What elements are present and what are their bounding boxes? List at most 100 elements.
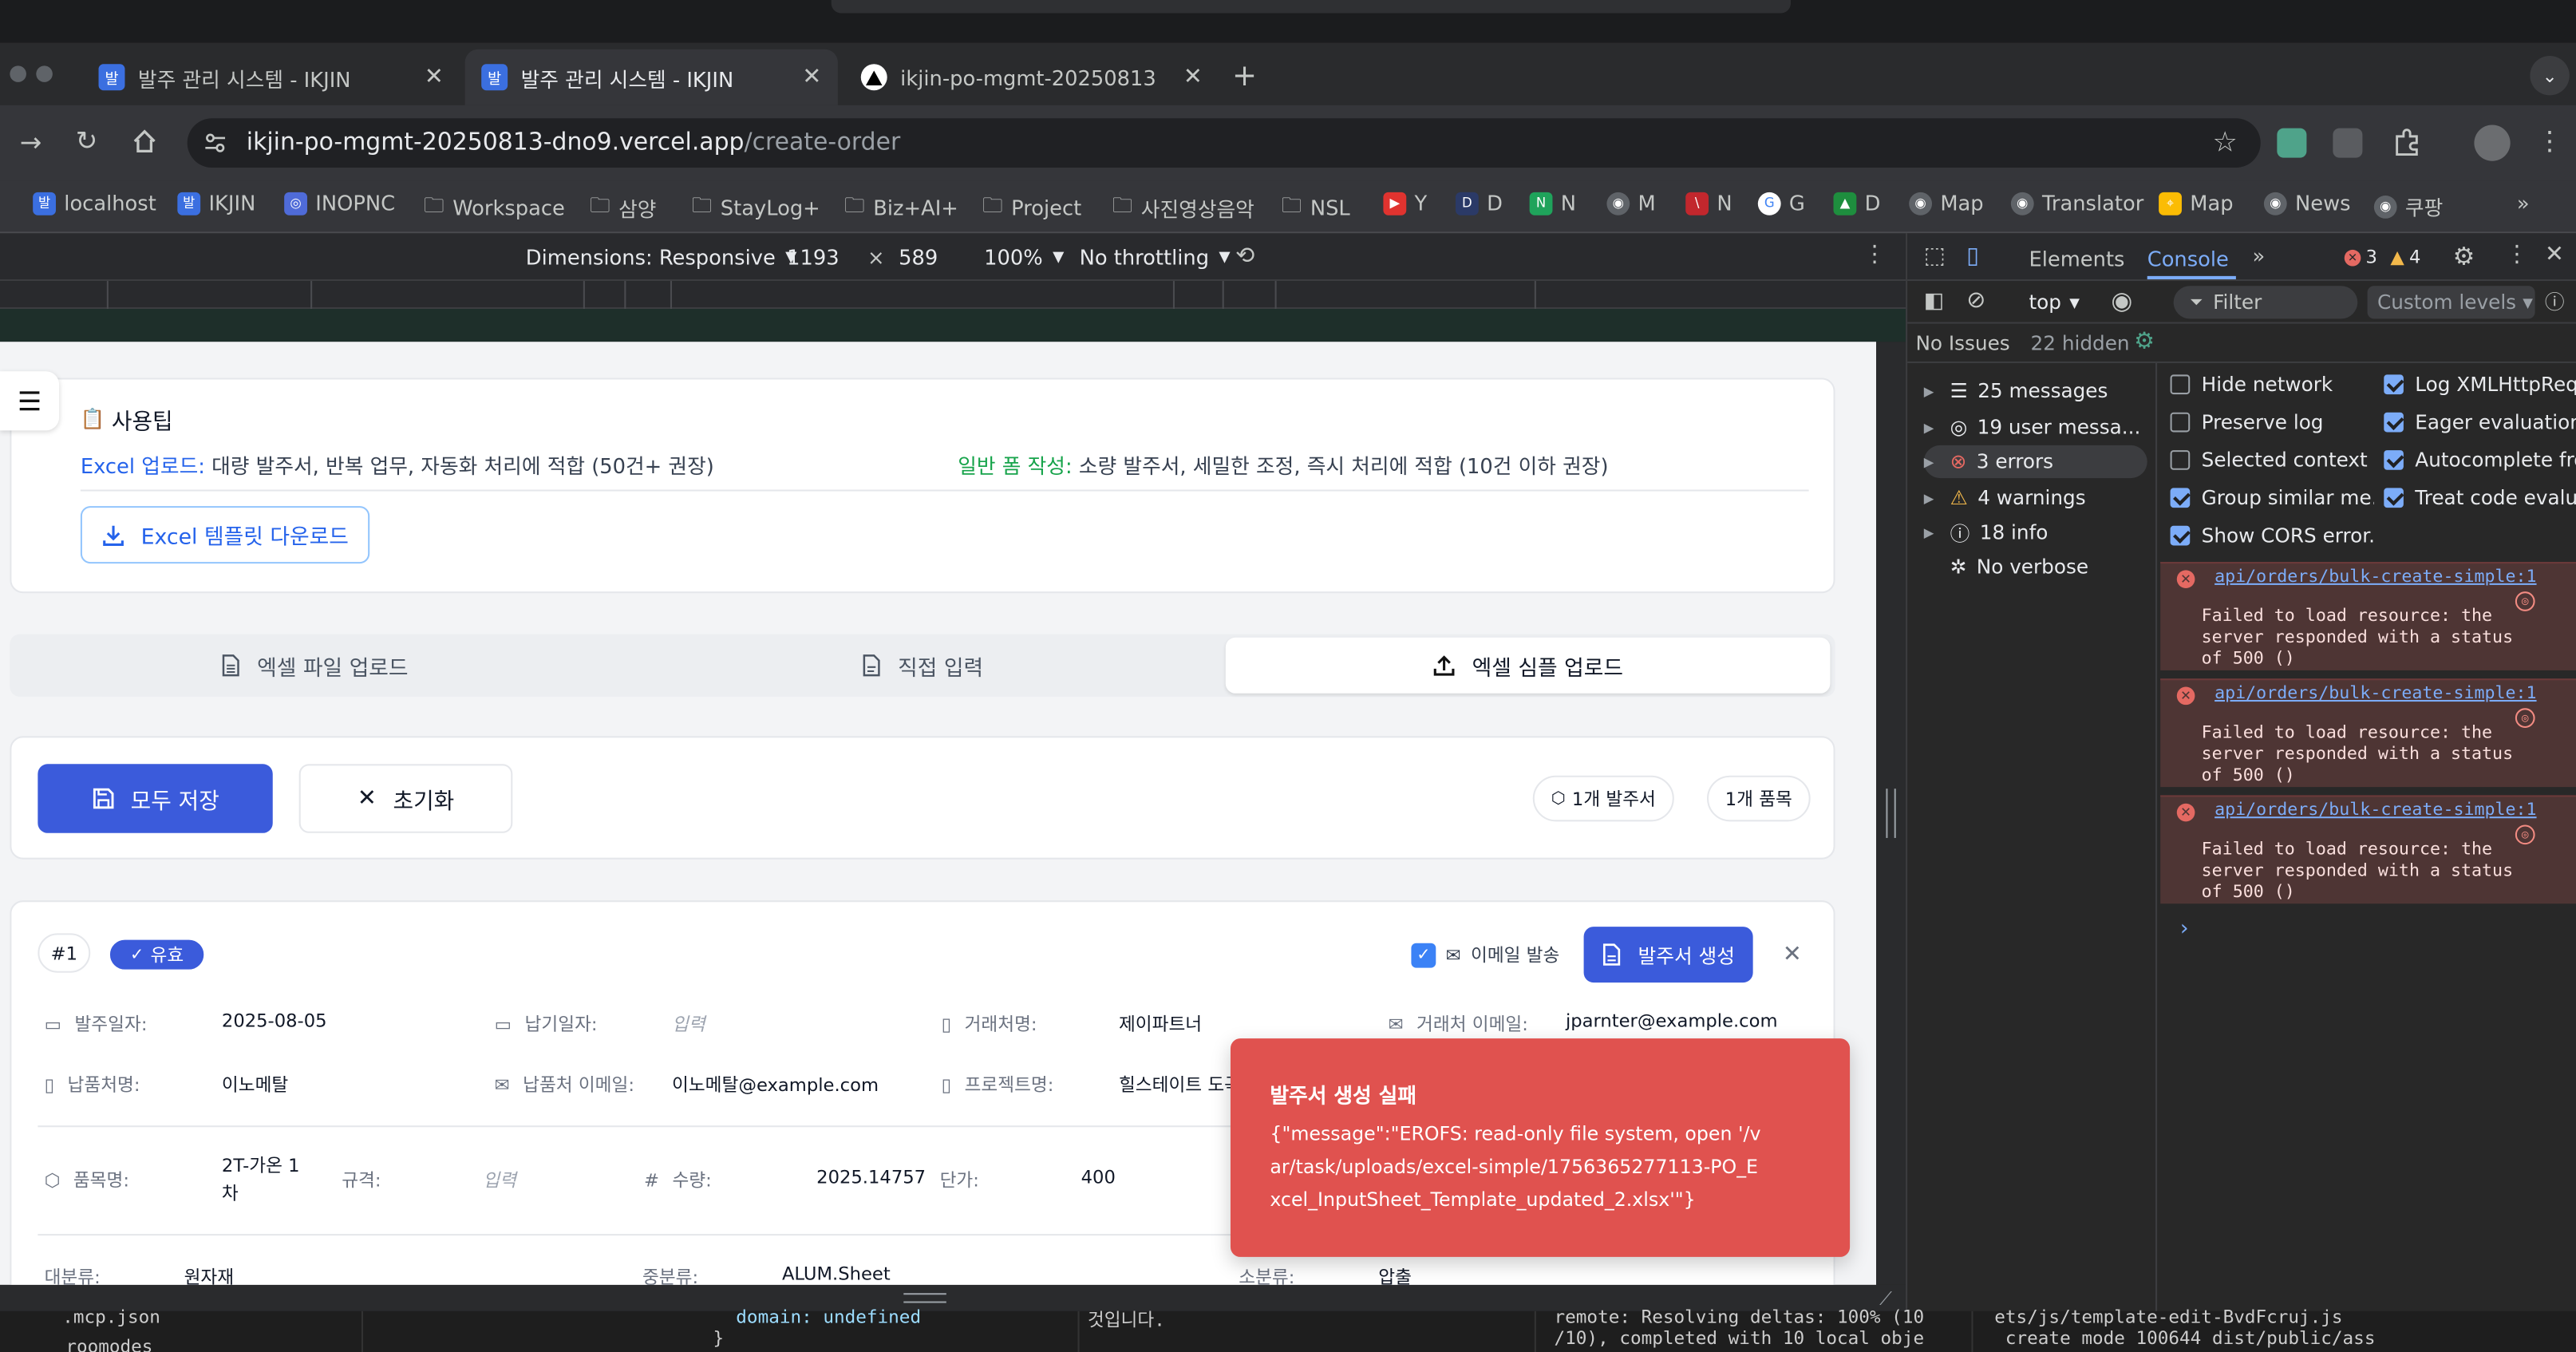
rotate-icon[interactable]: ⟲: [1235, 243, 1254, 270]
delivery-place-field[interactable]: 이노메탈: [222, 1071, 288, 1097]
reset-button[interactable]: ✕ 초기화: [298, 764, 513, 833]
new-tab-button[interactable]: +: [1232, 59, 1257, 93]
setting-selected-context[interactable]: Selected context ...: [2170, 449, 2374, 472]
close-tab-icon[interactable]: ✕: [425, 64, 444, 90]
extension-icon[interactable]: [2333, 128, 2363, 158]
save-all-button[interactable]: 모두 저장: [38, 764, 273, 833]
email-checkbox[interactable]: ✓: [1411, 942, 1436, 967]
more-bookmarks-button[interactable]: »: [2517, 191, 2530, 215]
checkbox[interactable]: [2170, 488, 2191, 508]
sidebar-item-messages[interactable]: ▶ ☰ 25 messages: [1924, 374, 2147, 407]
bookmark-item[interactable]: 발 IKJIN: [177, 191, 255, 215]
setting-autocomplete[interactable]: Autocomplete fro...: [2384, 449, 2576, 472]
setting-preserve-log[interactable]: Preserve log: [2170, 411, 2374, 433]
vendor-email-field[interactable]: jparnter@example.com: [1566, 1010, 1778, 1032]
bookmark-item[interactable]: ▶ Y: [1383, 191, 1427, 215]
settings-gear-icon[interactable]: ⚙: [2453, 242, 2475, 271]
device-toggle-icon[interactable]: ▯: [1966, 243, 1979, 270]
checkbox[interactable]: [2170, 374, 2191, 395]
checkbox[interactable]: [2384, 412, 2404, 433]
warning-counter[interactable]: ▲ 4: [2390, 247, 2420, 268]
more-options-icon[interactable]: ⋮: [1863, 242, 1887, 268]
checkbox[interactable]: [2170, 525, 2191, 546]
checkbox[interactable]: [2170, 450, 2191, 470]
reload-icon[interactable]: ↻: [76, 125, 98, 156]
window-control-icon[interactable]: [10, 65, 26, 82]
project-field[interactable]: 힐스테이트 도곡: [1119, 1071, 1241, 1097]
eye-icon[interactable]: ◉: [2111, 286, 2132, 315]
bookmark-folder[interactable]: 🗀 StayLog+: [692, 191, 820, 225]
inspect-icon[interactable]: ⬚: [1924, 243, 1946, 270]
site-info-icon[interactable]: [203, 132, 227, 155]
forward-icon[interactable]: →: [20, 127, 42, 158]
sidebar-item-warnings[interactable]: ▶ ⚠ 4 warnings: [1924, 481, 2147, 514]
filter-input[interactable]: ⏷ Filter: [2173, 286, 2358, 319]
profile-avatar[interactable]: [2474, 125, 2511, 161]
email-send-toggle[interactable]: ✓ ✉ 이메일 발송: [1411, 942, 1559, 968]
bookmark-item[interactable]: GG: [1757, 191, 1805, 215]
setting-log-xhr[interactable]: Log XMLHttpReq...: [2384, 373, 2576, 396]
settings-gear-icon[interactable]: ⚙: [2134, 329, 2155, 355]
bookmark-item[interactable]: ▲ D: [1833, 191, 1880, 215]
browser-tab-active[interactable]: 발 발주 관리 시스템 - IKJIN ✕: [464, 49, 838, 105]
tab-elements[interactable]: Elements: [2029, 247, 2124, 271]
bookmark-item[interactable]: 발 localhost: [33, 191, 156, 215]
create-order-button[interactable]: 발주서 생성: [1583, 927, 1753, 983]
console-prompt[interactable]: ›: [2180, 917, 2189, 942]
cat-minor-field[interactable]: 압출: [1378, 1263, 1412, 1285]
tab-search-icon[interactable]: ⌄: [2530, 55, 2570, 96]
height-input[interactable]: 589: [899, 245, 938, 270]
bookmark-folder[interactable]: 🗀 삼양: [590, 191, 656, 225]
close-devtools-icon[interactable]: ✕: [2545, 242, 2564, 268]
error-source-link[interactable]: api/orders/bulk-create-simple:1: [2214, 801, 2536, 820]
zoom-select[interactable]: 100% ▼: [984, 245, 1064, 270]
bookmark-item[interactable]: ⌖ Map: [2159, 191, 2234, 215]
bookmark-item[interactable]: ◎ INOPNC: [284, 191, 395, 215]
setting-hide-network[interactable]: Hide network: [2170, 373, 2374, 396]
bookmark-item[interactable]: NN: [1529, 191, 1576, 215]
bookmark-item[interactable]: DD: [1456, 191, 1503, 215]
browser-tab[interactable]: 발 발주 관리 시스템 - IKJIN ✕: [82, 49, 460, 105]
bookmark-item[interactable]: ◉ News: [2263, 191, 2351, 215]
remove-order-icon[interactable]: ✕: [1783, 942, 1802, 968]
hamburger-menu-button[interactable]: [0, 371, 60, 431]
checkbox[interactable]: [2170, 412, 2191, 433]
error-source-link[interactable]: api/orders/bulk-create-simple:1: [2214, 567, 2536, 587]
setting-eager-eval[interactable]: Eager evaluation: [2384, 411, 2576, 433]
bookmark-item[interactable]: ◉ 쿠팡: [2373, 191, 2443, 222]
sidebar-item-errors[interactable]: ▶ ⊗ 3 errors: [1923, 445, 2147, 479]
bookmark-folder[interactable]: 🗀 사진영상음악: [1112, 191, 1254, 225]
delivery-date-input[interactable]: 입력: [672, 1010, 705, 1037]
checkbox[interactable]: [2384, 488, 2404, 508]
width-input[interactable]: 1193: [787, 245, 839, 270]
setting-treat-code-eval[interactable]: Treat code evalua...: [2384, 486, 2576, 509]
tab-excel-simple-upload[interactable]: 엑셀 심플 업로드: [1225, 637, 1831, 694]
menu-kebab-icon[interactable]: ⋮: [2537, 125, 2563, 156]
bookmark-folder[interactable]: 🗀 NSL: [1282, 191, 1350, 225]
no-issues-label[interactable]: No Issues: [1915, 332, 2009, 355]
unit-price-field[interactable]: 400: [1081, 1167, 1116, 1188]
delivery-email-field[interactable]: 이노메탈@example.com: [672, 1071, 879, 1097]
close-tab-icon[interactable]: ✕: [1183, 64, 1203, 90]
bookmark-item[interactable]: \ N: [1685, 191, 1732, 215]
tab-direct-input[interactable]: 직접 입력: [618, 638, 1226, 694]
bookmark-folder[interactable]: 🗀 Biz+AI+: [844, 191, 958, 225]
extensions-puzzle-icon[interactable]: [2392, 128, 2421, 158]
bookmark-folder[interactable]: 🗀 Project: [982, 191, 1081, 225]
dimensions-select[interactable]: Dimensions: Responsive ▼: [526, 245, 797, 270]
tab-console[interactable]: Console: [2147, 247, 2229, 271]
browser-tab[interactable]: ikjin-po-mgmt-20250813 – D ✕: [844, 49, 1219, 105]
bookmark-item[interactable]: ◉ M: [1606, 191, 1656, 215]
context-select[interactable]: top ▼: [2029, 291, 2079, 314]
cat-mid-field[interactable]: ALUM.Sheet: [782, 1263, 891, 1285]
bookmark-item[interactable]: ◉ Translator: [2010, 191, 2143, 215]
tab-excel-upload[interactable]: 엑셀 파일 업로드: [10, 638, 618, 694]
levels-select[interactable]: Custom levels ▼: [2367, 286, 2535, 319]
spec-input[interactable]: 입력: [483, 1167, 516, 1193]
more-options-icon[interactable]: ⋮: [2506, 242, 2529, 268]
bookmark-star-icon[interactable]: ☆: [2213, 127, 2238, 160]
window-control-icon[interactable]: [36, 65, 53, 82]
clear-console-icon[interactable]: ⊘: [1966, 287, 1985, 314]
sidebar-item-verbose[interactable]: ✲ No verbose: [1924, 551, 2147, 583]
bookmark-folder[interactable]: 🗀 Workspace: [424, 191, 565, 225]
